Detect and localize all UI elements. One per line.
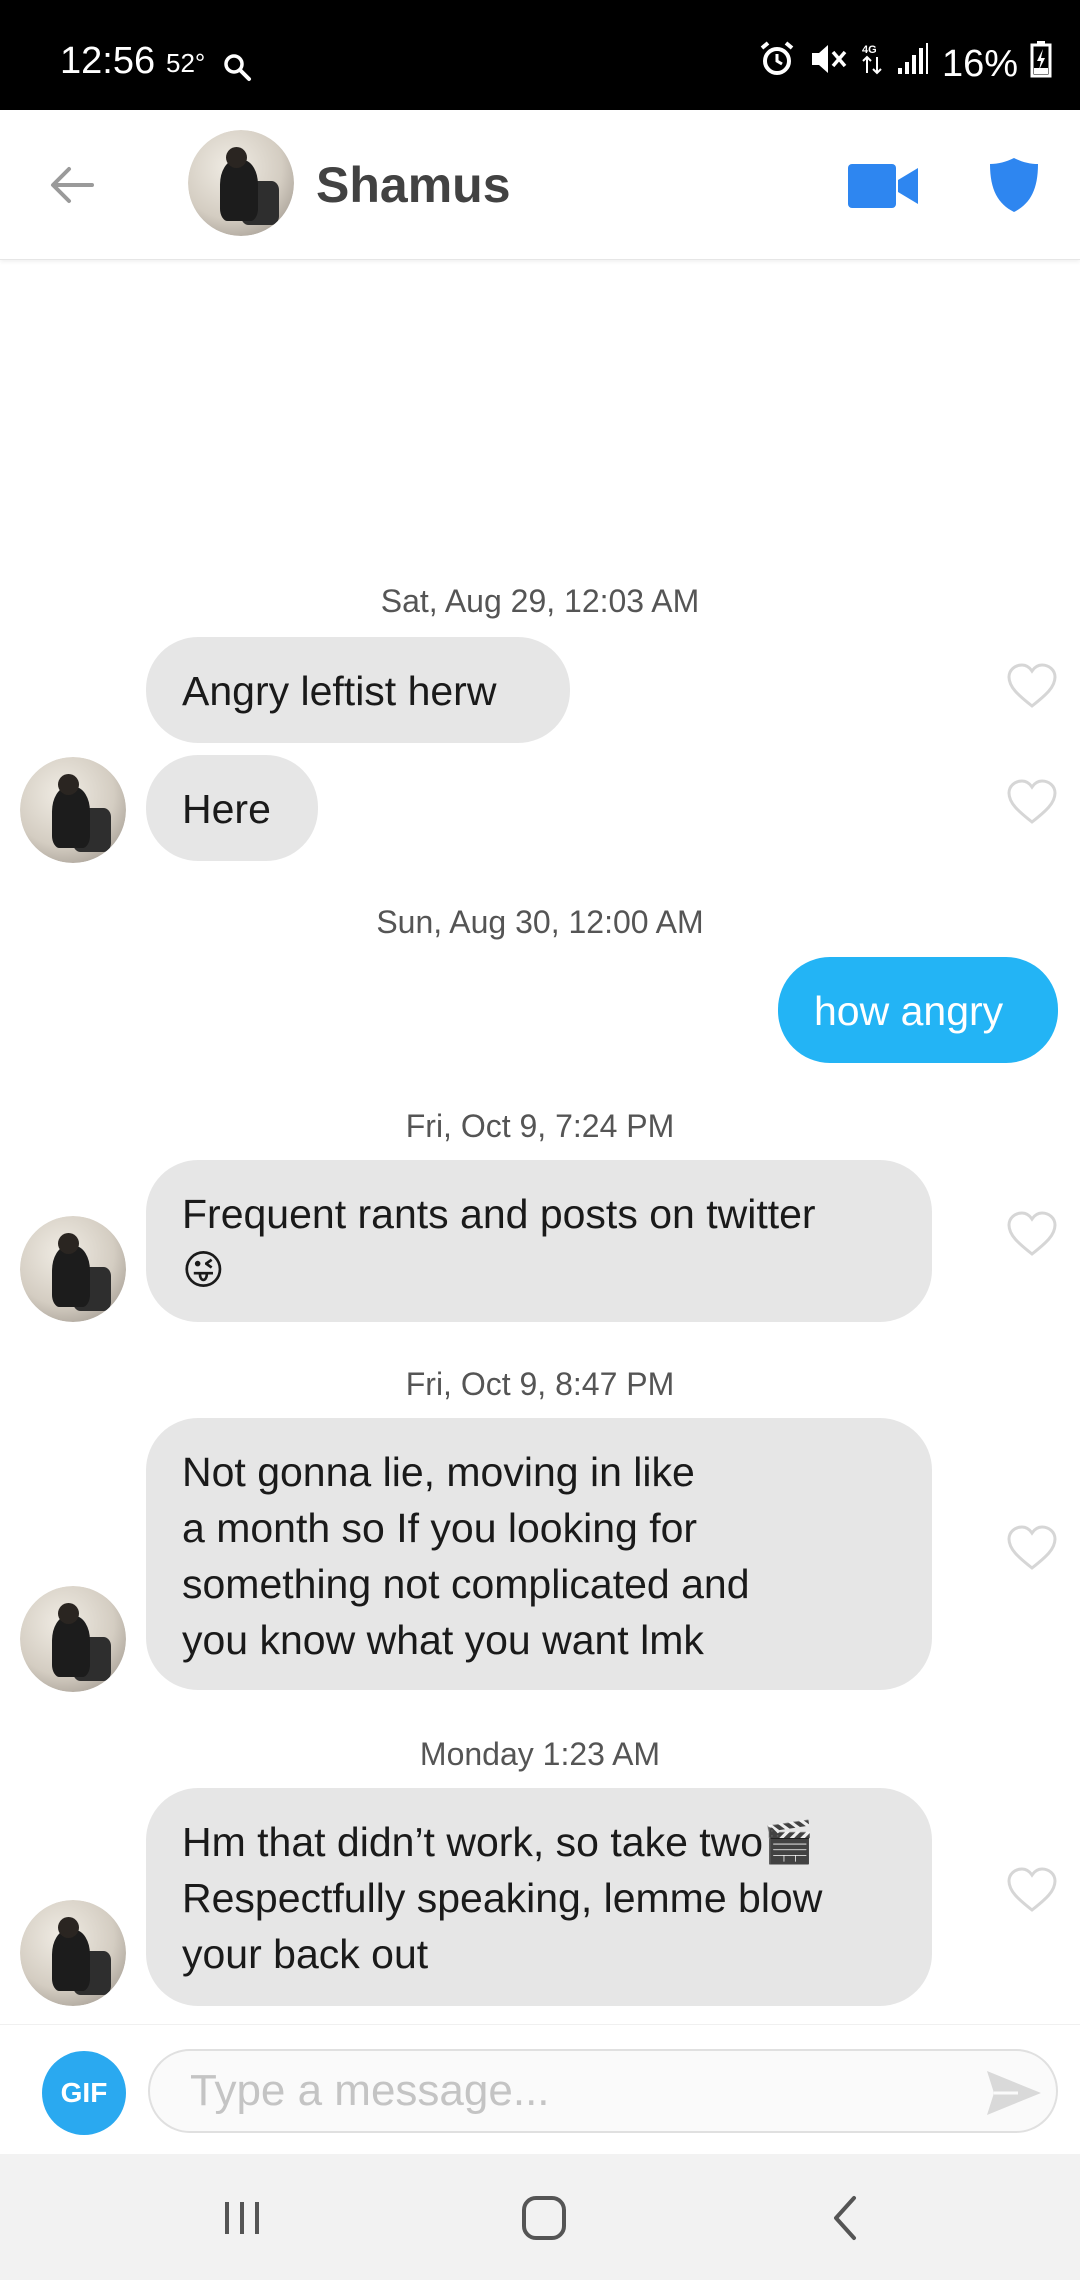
date-separator: Fri, Oct 9, 7:24 PM xyxy=(405,1108,675,1144)
status-temperature: 52° xyxy=(166,48,206,78)
message-bubble-incoming[interactable]: Not gonna lie, moving in like a month so… xyxy=(146,1418,932,1690)
sender-avatar[interactable] xyxy=(20,1900,126,2006)
status-time: 12:56 xyxy=(60,40,156,82)
message-bubble-incoming[interactable]: Angry leftist herw xyxy=(146,637,570,743)
date-separator: Sat, Aug 29, 12:03 AM xyxy=(380,583,700,619)
message-line: something not complicated and xyxy=(182,1561,750,1607)
gif-button[interactable]: GIF xyxy=(42,2051,126,2135)
like-button[interactable] xyxy=(1006,662,1058,710)
recent-apps-icon xyxy=(225,2202,259,2234)
message-composer: GIF xyxy=(0,2024,1080,2154)
sender-avatar[interactable] xyxy=(20,1216,126,1322)
heart-icon xyxy=(1007,1867,1057,1912)
recent-apps-button[interactable] xyxy=(212,2188,272,2248)
message-text: Frequent rants and posts on twitter xyxy=(182,1191,816,1237)
status-right-group: 4G 16% xyxy=(758,40,1052,88)
message-bubble-outgoing[interactable]: how angry xyxy=(778,957,1058,1063)
message-line: Not gonna lie, moving in like xyxy=(182,1449,695,1495)
message-text: Here xyxy=(182,786,271,832)
back-arrow-icon xyxy=(51,167,94,203)
message-line: Respectfully speaking, lemme blow xyxy=(182,1875,823,1921)
back-button[interactable] xyxy=(42,155,102,215)
like-button[interactable] xyxy=(1006,1210,1058,1258)
message-text: Angry leftist herw xyxy=(182,668,497,714)
chat-header: Shamus xyxy=(0,110,1080,260)
svg-text:4G: 4G xyxy=(862,44,877,56)
date-separator: Sun, Aug 30, 12:00 AM xyxy=(376,904,704,940)
heart-icon xyxy=(1007,663,1057,708)
home-button[interactable] xyxy=(514,2188,574,2248)
send-icon xyxy=(987,2071,1041,2115)
status-bar: 12:56 52° 4G 16% xyxy=(0,0,1080,110)
like-button[interactable] xyxy=(1006,778,1058,826)
battery-charging-icon xyxy=(1030,40,1052,88)
battery-percent: 16% xyxy=(941,42,1018,85)
sender-avatar[interactable] xyxy=(20,1586,126,1692)
date-separator: Monday 1:23 AM xyxy=(419,1736,661,1772)
video-call-button[interactable] xyxy=(848,162,918,210)
shield-icon xyxy=(990,158,1038,212)
like-button[interactable] xyxy=(1006,1866,1058,1914)
heart-icon xyxy=(1007,1211,1057,1256)
message-bubble-incoming[interactable]: Frequent rants and posts on twitter 😜 xyxy=(146,1160,932,1322)
message-text: how angry xyxy=(814,988,1004,1034)
mute-icon xyxy=(808,40,848,88)
alarm-icon xyxy=(758,40,796,88)
heart-icon xyxy=(1007,1525,1057,1570)
message-line: Hm that didn’t work, so take two🎬 xyxy=(182,1819,815,1865)
4g-data-icon: 4G xyxy=(860,40,884,88)
message-bubble-incoming[interactable]: Here xyxy=(146,755,318,861)
search-icon xyxy=(222,52,252,87)
sender-avatar[interactable] xyxy=(20,757,126,863)
system-nav-bar xyxy=(0,2154,1080,2280)
back-icon xyxy=(834,2196,856,2240)
video-call-icon xyxy=(848,164,918,208)
message-line: you know what you want lmk xyxy=(182,1617,704,1663)
safety-shield-button[interactable] xyxy=(988,156,1040,214)
heart-icon xyxy=(1007,779,1057,824)
message-line: your back out xyxy=(182,1931,429,1977)
contact-avatar[interactable] xyxy=(188,130,294,236)
send-button[interactable] xyxy=(984,2067,1044,2119)
message-emoji: 😜 xyxy=(182,1247,225,1293)
message-bubble-incoming[interactable]: Hm that didn’t work, so take two🎬 Respec… xyxy=(146,1788,932,2006)
home-icon xyxy=(522,2196,566,2240)
message-line: a month so If you looking for xyxy=(182,1505,698,1551)
like-button[interactable] xyxy=(1006,1524,1058,1572)
signal-icon xyxy=(896,42,930,86)
contact-name[interactable]: Shamus xyxy=(316,156,511,214)
system-back-button[interactable] xyxy=(816,2188,876,2248)
message-input[interactable] xyxy=(148,2049,1058,2133)
date-separator: Fri, Oct 9, 8:47 PM xyxy=(405,1366,675,1402)
